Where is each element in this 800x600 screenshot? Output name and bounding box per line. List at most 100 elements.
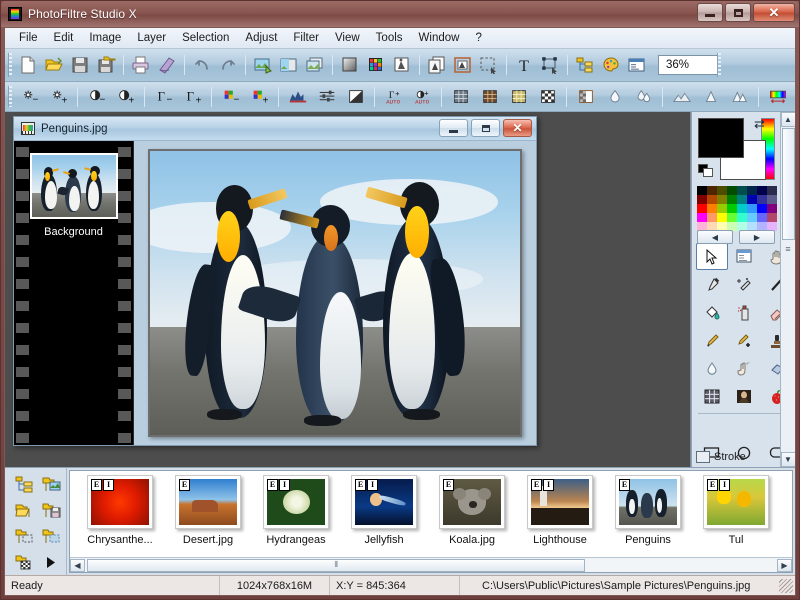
palette-swatch[interactable] (717, 213, 727, 222)
layer-frame-button[interactable] (450, 53, 476, 78)
swap-colors-icon[interactable]: ⇄ (754, 116, 765, 132)
palette-swatch[interactable] (767, 186, 777, 195)
palette-swatch[interactable] (757, 186, 767, 195)
palette-swatch[interactable] (767, 204, 777, 213)
browser-horizontal-scrollbar[interactable]: ◀ ⦀ ▶ (70, 557, 792, 572)
contrast-up-button[interactable]: + (111, 86, 140, 108)
image-size-button[interactable] (250, 53, 276, 78)
print-preview-button[interactable] (154, 53, 180, 78)
foreground-color-swatch[interactable] (698, 118, 744, 158)
document-window[interactable]: Penguins.jpg ✕ Background (13, 116, 537, 446)
window-close-button[interactable]: ✕ (753, 3, 795, 22)
palette-swatch[interactable] (757, 195, 767, 204)
save-folder-button[interactable] (38, 498, 64, 523)
text-tool-button[interactable]: T (511, 53, 537, 78)
window-maximize-button[interactable] (725, 3, 751, 22)
paintbrush-advanced-tool[interactable] (729, 327, 761, 354)
layer-thumbnail[interactable] (29, 153, 118, 219)
gradient-tool-button[interactable] (763, 86, 792, 108)
default-colors-icon[interactable] (698, 164, 714, 178)
preferences-button[interactable] (624, 53, 650, 78)
contrast-auto-button[interactable]: + AUTO (408, 86, 437, 108)
thumbnail-item[interactable]: E I Hydrangeas (252, 475, 340, 546)
panel-scroll-down-button[interactable]: ▼ (780, 452, 795, 467)
palette-swatch[interactable] (707, 213, 717, 222)
undo-button[interactable] (189, 53, 215, 78)
palette-swatch[interactable] (727, 204, 737, 213)
layers-panel[interactable]: Background (14, 141, 134, 445)
transform-tool-button[interactable] (537, 53, 563, 78)
menu-item-tools[interactable]: Tools (368, 30, 411, 46)
canvas-size-button[interactable] (276, 53, 302, 78)
palette-swatch[interactable] (747, 186, 757, 195)
thumbnail-item[interactable]: E Koala.jpg (428, 475, 516, 546)
thumbnail-image[interactable]: EI (527, 475, 593, 529)
menu-item-image[interactable]: Image (81, 30, 129, 46)
palette-swatch[interactable] (697, 195, 707, 204)
saturation-up-button[interactable]: + (245, 86, 274, 108)
stroke-option-row[interactable]: Stroke (696, 449, 778, 465)
blur-drop-tool[interactable] (696, 355, 728, 382)
menu-item-filter[interactable]: Filter (285, 30, 327, 46)
brightness-up-button[interactable]: + (44, 86, 73, 108)
filter-toolbar-grip[interactable] (8, 86, 12, 107)
grayscale-button[interactable] (337, 53, 363, 78)
play-slideshow-button[interactable] (38, 550, 64, 575)
magic-wand-tool[interactable] (729, 271, 761, 298)
levels-button[interactable] (312, 86, 341, 108)
drop-small-button[interactable] (600, 86, 629, 108)
canvas-area[interactable] (134, 141, 536, 445)
panel-scrollbar[interactable]: ▲ ≡ ▼ (780, 112, 795, 467)
print-button[interactable] (128, 53, 154, 78)
scroll-thumb[interactable]: ⦀ (87, 558, 586, 572)
palette-swatch[interactable] (767, 213, 777, 222)
paint-bucket-tool[interactable] (696, 299, 728, 326)
open-folder-button[interactable] (11, 498, 37, 523)
panel-scroll-up-button[interactable]: ▲ (780, 112, 795, 127)
clone-source-tool[interactable] (729, 243, 761, 270)
window-minimize-button[interactable] (697, 3, 723, 22)
saturation-down-button[interactable]: − (216, 86, 245, 108)
palette-swatch[interactable] (707, 195, 717, 204)
document-maximize-button[interactable] (471, 119, 500, 137)
thumbnail-image[interactable]: E (175, 475, 241, 529)
color-mode-button[interactable] (363, 53, 389, 78)
thumbnail-image[interactable]: EI (87, 475, 153, 529)
palette-swatch[interactable] (757, 204, 767, 213)
scroll-track[interactable]: ⦀ (85, 558, 777, 572)
palette-swatch[interactable] (737, 195, 747, 204)
browse-image-button[interactable] (38, 472, 64, 497)
palette-swatch[interactable] (747, 195, 757, 204)
palette-swatch[interactable] (727, 186, 737, 195)
transparency-folder-button[interactable] (11, 550, 37, 575)
menu-item-view[interactable]: View (327, 30, 368, 46)
texture-brown-button[interactable] (475, 86, 504, 108)
thumbnail-image[interactable]: E (439, 475, 505, 529)
thumbnail-item[interactable]: E Penguins (604, 475, 692, 546)
contrast-down-button[interactable]: − (82, 86, 111, 108)
save-file-button[interactable] (67, 53, 93, 78)
menu-item-adjust[interactable]: Adjust (237, 30, 285, 46)
menu-item-file[interactable]: File (11, 30, 46, 46)
grid-tool[interactable] (696, 383, 728, 410)
palette-swatch[interactable] (727, 195, 737, 204)
open-file-button[interactable] (41, 53, 67, 78)
thumbnail-list[interactable]: E I Chrysanthe... E Desert.jpg E I Hydrangeas E I… (70, 471, 792, 557)
palette-swatch[interactable] (747, 213, 757, 222)
palette-swatch[interactable] (747, 204, 757, 213)
portrait-retouch-tool[interactable] (729, 383, 761, 410)
thumbnail-item[interactable]: E I Lighthouse (516, 475, 604, 546)
zoom-grip[interactable] (717, 53, 721, 77)
palette-button[interactable] (598, 53, 624, 78)
layer-item[interactable]: Background (29, 153, 118, 238)
color-palette[interactable] (697, 186, 777, 231)
thumbnail-item[interactable]: E Desert.jpg (164, 475, 252, 546)
menu-item-edit[interactable]: Edit (46, 30, 82, 46)
palette-next-button[interactable]: ▶ (739, 230, 775, 244)
explorer-button[interactable] (572, 53, 598, 78)
document-minimize-button[interactable] (439, 119, 468, 137)
select-folder-button[interactable] (11, 524, 37, 549)
gamma-down-button[interactable]: Γ − (149, 86, 178, 108)
sharpen-large-button[interactable] (725, 86, 754, 108)
menu-item-help[interactable]: ? (467, 30, 489, 46)
